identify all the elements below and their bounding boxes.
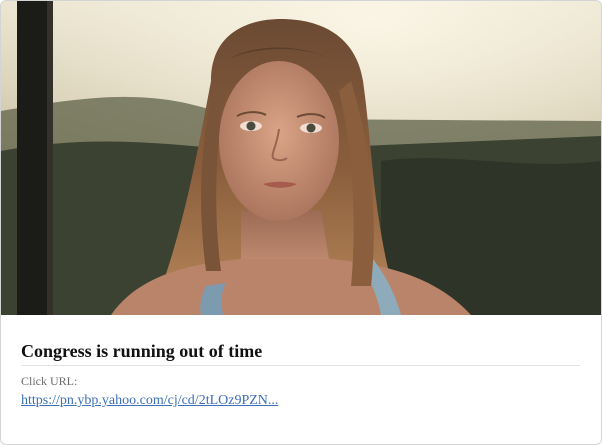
ad-preview-card: Congress is running out of time Click UR… bbox=[0, 0, 602, 445]
hero-image[interactable] bbox=[1, 1, 601, 315]
click-url-link[interactable]: https://pn.ybp.yahoo.com/cj/cd/2tLOz9PZN… bbox=[21, 392, 278, 410]
click-url-label: Click URL: bbox=[21, 374, 78, 388]
headline: Congress is running out of time bbox=[21, 339, 580, 366]
card-body: Congress is running out of time Click UR… bbox=[21, 339, 580, 410]
